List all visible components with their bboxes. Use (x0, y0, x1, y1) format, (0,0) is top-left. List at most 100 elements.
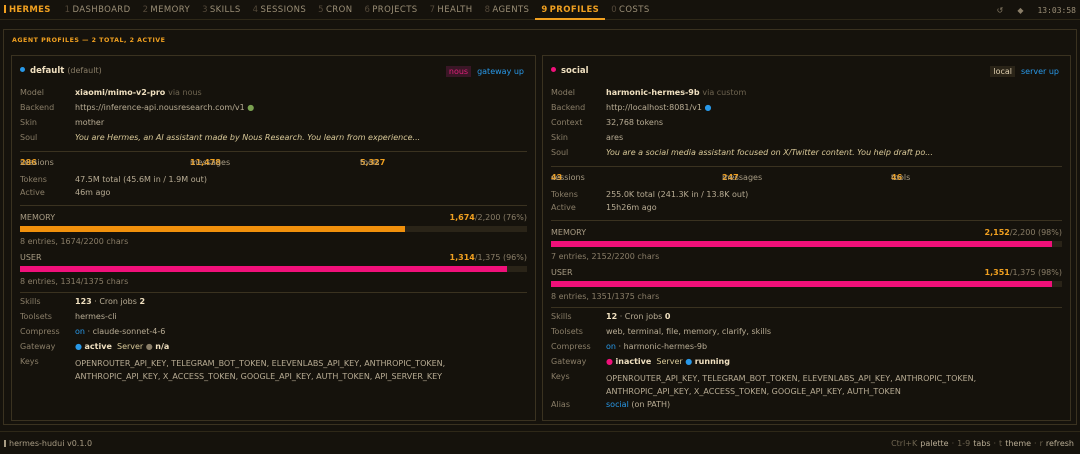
tab-number: 4 (252, 4, 259, 15)
backend-status-dot: ● (247, 103, 255, 112)
field-label: Toolsets (20, 312, 52, 321)
gateway-state: active (84, 342, 112, 351)
meter-footnote: 7 entries, 2152/2200 chars (551, 252, 660, 261)
tab-agents[interactable]: 8 AGENTS (479, 0, 536, 20)
divider (20, 151, 527, 152)
active-row: Active 46m ago (20, 188, 527, 200)
field-label: Alias (551, 400, 570, 409)
status-bar: hermes-hudui v0.1.0 Ctrl+K palette · 1-9 t… (0, 431, 1080, 454)
backend-value: http://localhost:8081/v1 ● (606, 103, 712, 115)
gateway-value: ● active Server ● n/a (75, 342, 169, 354)
tab-costs[interactable]: 0 COSTS (605, 0, 655, 20)
tab-label: COSTS (619, 4, 650, 15)
shortcut-label: theme (1005, 439, 1032, 448)
field-label: Backend (551, 103, 586, 112)
toolsets-value: hermes-cli (75, 312, 117, 321)
backend-url: https://inference-api.nousresearch.com/v… (75, 103, 245, 112)
compress-row: Compress on · harmonic-hermes-9b (551, 342, 1062, 354)
meter-used: 1,351 (984, 268, 1010, 277)
memory-meter: MEMORY 2,152/2,200 (98%) 7 entries, 2152/… (551, 228, 1062, 262)
meter-footnote: 8 entries, 1314/1375 chars (20, 277, 129, 286)
tab-profiles[interactable]: 9 PROFILES (535, 0, 606, 20)
model-value: harmonic-hermes-9b via custom (606, 88, 746, 100)
tools-label: tools (891, 173, 911, 182)
tab-memory[interactable]: 2 MEMORY (137, 0, 197, 20)
cron-count: 0 (664, 312, 671, 321)
top-nav: HERMES 1 DASHBOARD 2 MEMORY 3 SKILLS 4 SESSI… (0, 0, 1080, 20)
meter-value: 1,351/1,375 (98%) (985, 268, 1062, 277)
field-label: Context (551, 118, 583, 127)
tokens-value: 47.5M total (45.6M in / 1.9M out) (75, 175, 207, 184)
memory-meter: MEMORY 1,674/2,200 (76%) 8 entries, 1674/… (20, 213, 527, 247)
status-dot (551, 67, 556, 72)
tab-label: PROJECTS (372, 4, 418, 15)
meter-value: 2,152/2,200 (98%) (985, 228, 1062, 237)
meter-used: 1,674 (449, 213, 475, 222)
tab-dashboard[interactable]: 1 DASHBOARD (59, 0, 137, 20)
tab-label: HEALTH (437, 4, 473, 15)
tab-label: CRON (325, 4, 353, 15)
gateway-dot: ● (75, 342, 82, 351)
shortcut-key: r (1039, 439, 1043, 448)
server-label: Server (116, 342, 144, 351)
model-via: via nous (168, 88, 202, 97)
alias-value: social (on PATH) (606, 400, 670, 412)
tab-skills[interactable]: 3 SKILLS (196, 0, 247, 20)
model-via: via custom (702, 88, 747, 97)
tab-number: 2 (142, 4, 149, 15)
compress-state: on (606, 342, 616, 351)
field-label: Skills (551, 312, 572, 321)
badges: nous gateway up (445, 66, 527, 77)
cron-label: · Cron jobs (619, 312, 663, 321)
context-value: 32,768 tokens (606, 118, 664, 127)
backend-row: Backend https://inference-api.nousresearc… (20, 103, 527, 115)
soul-value: You are Hermes, an AI assistant made by … (75, 133, 421, 142)
tab-label: PROFILES (549, 4, 600, 15)
tab-number: 1 (64, 4, 71, 15)
alias-name: social (606, 400, 629, 409)
tab-sessions[interactable]: 4 SESSIONS (247, 0, 313, 20)
shortcut-label: tabs (973, 439, 991, 448)
toolsets-value: web, terminal, file, memory, clarify, sk… (606, 327, 772, 336)
meter-used: 1,314 (449, 253, 475, 262)
meter-used: 2,152 (984, 228, 1010, 237)
field-label: Tokens (20, 175, 47, 184)
field-label: Keys (551, 372, 570, 381)
context-row: Context 32,768 tokens (551, 118, 1062, 130)
meter-value: 1,674/2,200 (76%) (450, 213, 527, 222)
tab-cron[interactable]: 5 CRON (312, 0, 358, 20)
field-label: Active (551, 203, 576, 212)
usage-stats: 286 sessions 11,478 messages 5,327 tools (20, 158, 527, 170)
toolsets-row: Toolsets web, terminal, file, memory, cla… (551, 327, 1062, 339)
meter-label: USER (20, 253, 42, 262)
server-dot: ● (685, 357, 693, 366)
divider (551, 166, 1062, 167)
user-meter: USER 1,351/1,375 (98%) 8 entries, 1351/13… (551, 268, 1062, 302)
compress-model: · claude-sonnet-4-6 (87, 327, 166, 336)
status-dot (20, 67, 25, 72)
field-label: Skin (551, 133, 569, 142)
tab-number: 3 (202, 4, 208, 15)
tab-label: MEMORY (150, 4, 191, 15)
field-label: Model (551, 88, 576, 97)
tab-projects[interactable]: 6 PROJECTS (358, 0, 423, 20)
backend-row: Backend http://localhost:8081/v1 ● (551, 103, 1062, 115)
brand-label: HERMES (9, 4, 51, 15)
divider (20, 205, 527, 206)
meter-total: /2,200 (98%) (1009, 228, 1062, 237)
theme-icon[interactable]: ◆ (1017, 6, 1023, 15)
usage-stats: 43 sessions 247 messages 46 tools (551, 173, 1062, 185)
server-state: running (694, 357, 730, 366)
provider-badge: local (990, 66, 1015, 77)
alias-note: (on PATH) (631, 400, 671, 409)
meter-value: 1,314/1,375 (96%) (450, 253, 527, 262)
brand[interactable]: HERMES (4, 4, 51, 15)
field-label: Compress (551, 342, 591, 351)
skills-value: 12 · Cron jobs 0 (606, 312, 670, 324)
skin-value: mother (75, 118, 105, 127)
soul-value: You are a social media assistant focused… (606, 148, 933, 157)
refresh-icon[interactable]: ↺ (997, 6, 1004, 15)
field-label: Model (20, 88, 45, 97)
backend-status-dot: ● (704, 103, 712, 112)
tab-health[interactable]: 7 HEALTH (424, 0, 479, 20)
